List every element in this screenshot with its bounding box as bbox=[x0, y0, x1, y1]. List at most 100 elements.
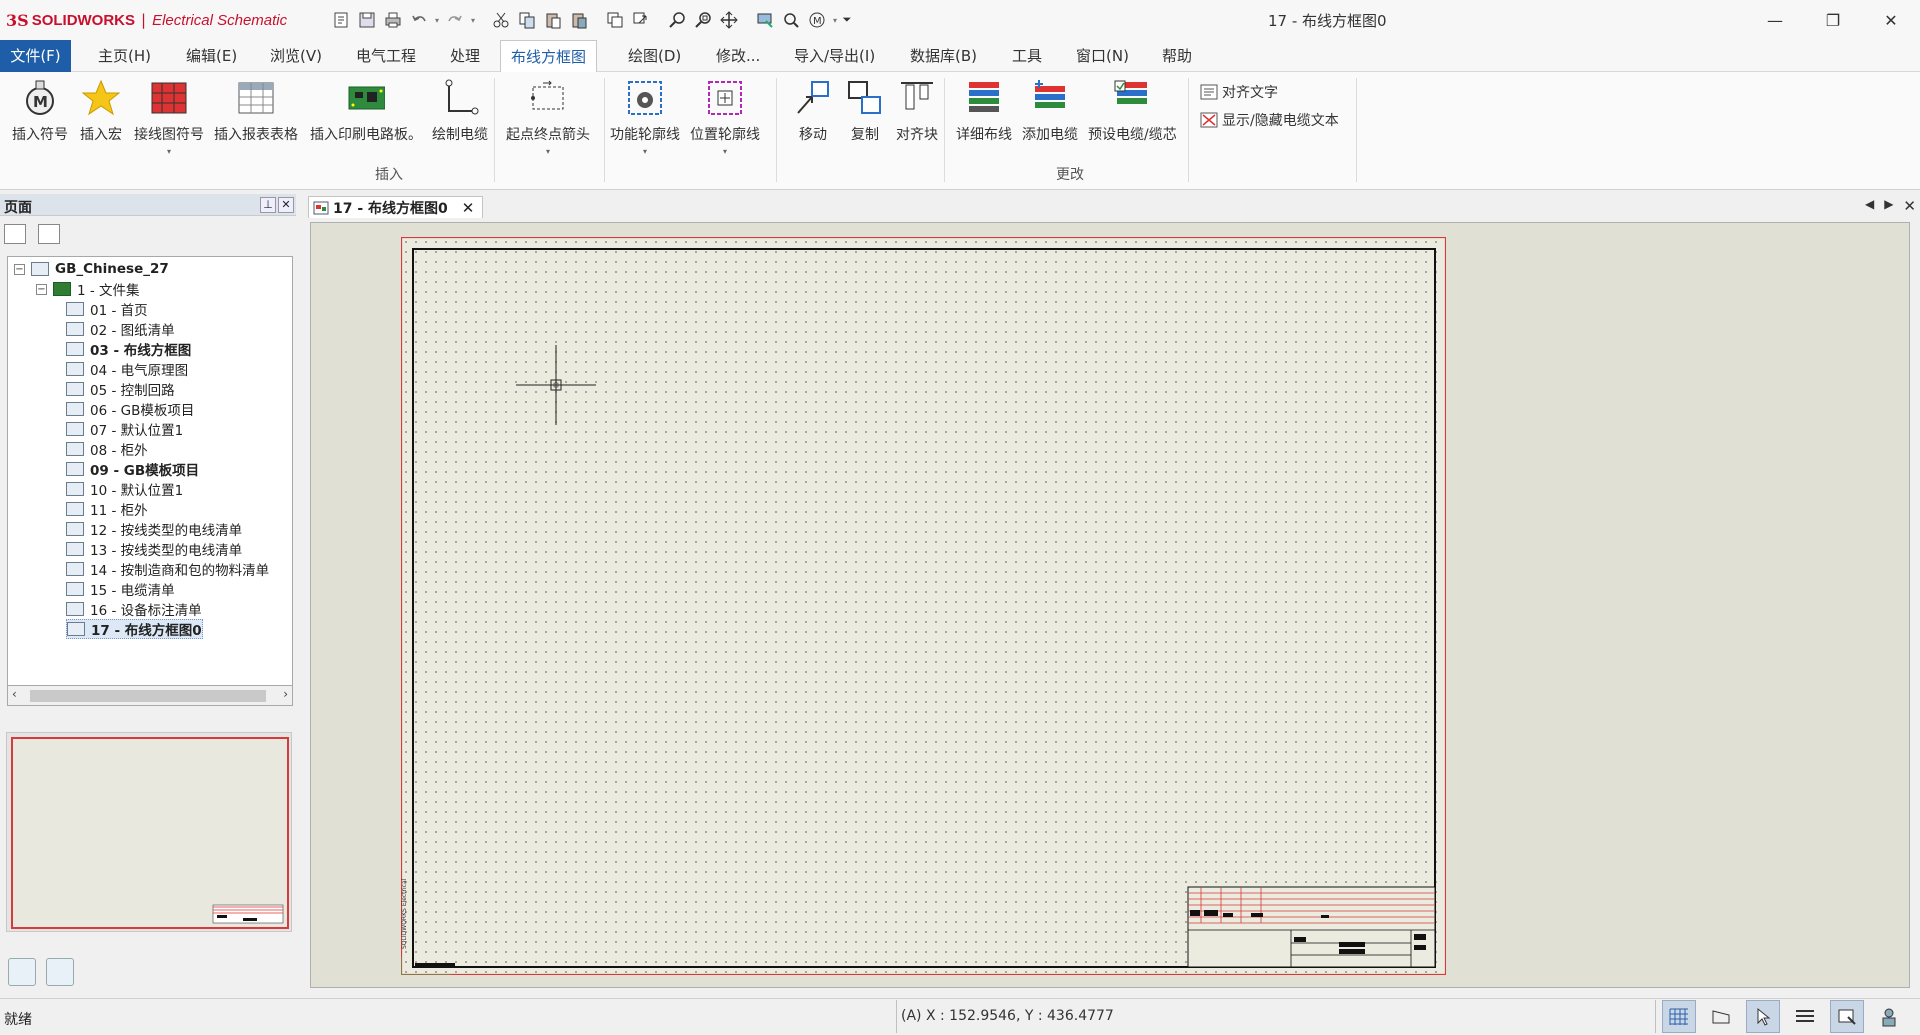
tree-page-item[interactable]: 10 - 默认位置1 bbox=[66, 479, 183, 499]
collapse-icon[interactable]: − bbox=[14, 263, 25, 275]
preset-cable-button[interactable]: 预设电缆/缆芯 bbox=[1088, 78, 1177, 144]
redo-dropdown-icon[interactable]: ▾ bbox=[468, 16, 478, 25]
customize-toolbar-icon[interactable]: ⏷ bbox=[840, 8, 854, 32]
refresh-icon[interactable] bbox=[46, 958, 74, 986]
user-icon[interactable] bbox=[1872, 1000, 1906, 1033]
insert-symbol-button[interactable]: M 插入符号 bbox=[12, 78, 68, 144]
restore-icon[interactable]: ❐ bbox=[1804, 0, 1862, 40]
dynamic-input-icon[interactable] bbox=[1830, 1000, 1864, 1033]
tab-database[interactable]: 数据库(B) bbox=[900, 40, 987, 72]
dropdown-arrow-icon[interactable]: ▾ bbox=[546, 147, 550, 156]
document-view-icon[interactable] bbox=[38, 224, 60, 244]
tree-page-item[interactable]: 11 - 柜外 bbox=[66, 499, 148, 519]
print-icon[interactable] bbox=[380, 8, 406, 32]
insert-report-table-button[interactable]: 插入报表表格 bbox=[214, 78, 298, 144]
tab-close-icon[interactable]: ✕ bbox=[462, 199, 475, 217]
drawing-canvas[interactable]: SOLIDWORKS Electrical bbox=[310, 222, 1910, 988]
pin-icon[interactable]: ⊥ bbox=[260, 197, 276, 213]
new-document-icon[interactable] bbox=[328, 8, 354, 32]
tab-home[interactable]: 主页(H) bbox=[88, 40, 161, 72]
zoom-in-icon[interactable] bbox=[664, 8, 690, 32]
tree-page-item[interactable]: 13 - 按线类型的电线清单 bbox=[66, 539, 242, 559]
drawing-sheet[interactable]: SOLIDWORKS Electrical bbox=[401, 237, 1446, 975]
tree-page-item[interactable]: 06 - GB模板项目 bbox=[66, 399, 194, 419]
show-hide-cable-text-button[interactable]: 显示/隐藏电缆文本 bbox=[1200, 110, 1339, 130]
sheet-preview[interactable] bbox=[6, 732, 292, 932]
tree-page-item[interactable]: 12 - 按线类型的电线清单 bbox=[66, 519, 242, 539]
redo-icon[interactable] bbox=[442, 8, 468, 32]
tree-page-item[interactable]: 17 - 布线方框图0 bbox=[66, 619, 203, 639]
insert-pcb-button[interactable]: 插入印刷电路板。 bbox=[310, 78, 422, 144]
macro-dropdown-icon[interactable]: ▾ bbox=[830, 16, 840, 25]
ortho-icon[interactable] bbox=[1704, 1000, 1738, 1033]
lineweight-icon[interactable] bbox=[1788, 1000, 1822, 1033]
tree-page-item[interactable]: 01 - 首页 bbox=[66, 299, 148, 319]
tree-root[interactable]: − GB_Chinese_27 bbox=[14, 259, 169, 279]
dropdown-arrow-icon[interactable]: ▾ bbox=[723, 147, 727, 156]
undo-dropdown-icon[interactable]: ▾ bbox=[432, 16, 442, 25]
paste-icon[interactable] bbox=[540, 8, 566, 32]
cut-icon[interactable] bbox=[488, 8, 514, 32]
tab-process[interactable]: 处理 bbox=[440, 40, 490, 72]
tab-file[interactable]: 文件(F) bbox=[0, 40, 71, 72]
panel-close-icon[interactable]: ✕ bbox=[278, 197, 294, 213]
duplicate-icon[interactable] bbox=[602, 8, 628, 32]
tree-page-item[interactable]: 15 - 电缆清单 bbox=[66, 579, 175, 599]
pan-icon[interactable] bbox=[716, 8, 742, 32]
copy-format-icon[interactable] bbox=[628, 8, 654, 32]
tab-import-export[interactable]: 导入/导出(I) bbox=[784, 40, 885, 72]
scroll-left-icon[interactable]: ‹ bbox=[12, 687, 17, 701]
tab-next-icon[interactable]: ▶ bbox=[1884, 197, 1893, 215]
minimize-icon[interactable]: — bbox=[1746, 0, 1804, 40]
undo-icon[interactable] bbox=[406, 8, 432, 32]
tab-help[interactable]: 帮助 bbox=[1152, 40, 1202, 72]
macro-icon[interactable]: M bbox=[804, 8, 830, 32]
location-outline-button[interactable]: 位置轮廓线 ▾ bbox=[690, 78, 760, 156]
tab-prev-icon[interactable]: ◀ bbox=[1865, 197, 1874, 215]
tree-page-item[interactable]: 02 - 图纸清单 bbox=[66, 319, 175, 339]
align-blocks-button[interactable]: 对齐块 bbox=[896, 78, 938, 144]
function-outline-button[interactable]: 功能轮廓线 ▾ bbox=[610, 78, 680, 156]
tree-page-item[interactable]: 08 - 柜外 bbox=[66, 439, 148, 459]
wiring-symbol-button[interactable]: 接线图符号 ▾ bbox=[134, 78, 204, 156]
tree-page-item[interactable]: 14 - 按制造商和包的物料清单 bbox=[66, 559, 269, 579]
tab-cabling-diagram[interactable]: 布线方框图 bbox=[500, 40, 598, 73]
page-view-icon[interactable] bbox=[4, 224, 26, 244]
tree-page-item[interactable]: 03 - 布线方框图 bbox=[66, 339, 191, 359]
paste-special-icon[interactable] bbox=[566, 8, 592, 32]
detailed-cabling-button[interactable]: 详细布线 bbox=[956, 78, 1012, 144]
draw-cable-button[interactable]: 绘制电缆 bbox=[432, 78, 488, 144]
tab-tools[interactable]: 工具 bbox=[1002, 40, 1052, 72]
align-text-button[interactable]: 对齐文字 bbox=[1200, 82, 1278, 102]
tab-window[interactable]: 窗口(N) bbox=[1066, 40, 1139, 72]
display-settings-icon[interactable] bbox=[752, 8, 778, 32]
document-tab[interactable]: 17 - 布线方框图0 ✕ bbox=[308, 196, 484, 218]
scroll-right-icon[interactable]: › bbox=[283, 687, 288, 701]
tab-view[interactable]: 浏览(V) bbox=[260, 40, 332, 72]
tree-page-item[interactable]: 09 - GB模板项目 bbox=[66, 459, 199, 479]
tab-edit[interactable]: 编辑(E) bbox=[176, 40, 247, 72]
close-icon[interactable]: ✕ bbox=[1862, 0, 1920, 40]
add-cable-button[interactable]: 添加电缆 bbox=[1022, 78, 1078, 144]
dropdown-arrow-icon[interactable]: ▾ bbox=[167, 147, 171, 156]
tree-page-item[interactable]: 04 - 电气原理图 bbox=[66, 359, 188, 379]
tab-draw[interactable]: 绘图(D) bbox=[618, 40, 691, 72]
grid-icon[interactable] bbox=[1662, 1000, 1696, 1033]
scroll-thumb[interactable] bbox=[30, 690, 266, 702]
tree-page-item[interactable]: 16 - 设备标注清单 bbox=[66, 599, 202, 619]
collapse-icon[interactable]: − bbox=[36, 283, 47, 295]
tab-modify[interactable]: 修改... bbox=[706, 40, 770, 72]
tab-electrical-project[interactable]: 电气工程 bbox=[346, 40, 426, 72]
copy-icon[interactable] bbox=[514, 8, 540, 32]
search-icon[interactable] bbox=[778, 8, 804, 32]
copy-button[interactable]: 复制 bbox=[846, 78, 884, 144]
tree-folder[interactable]: − 1 - 文件集 bbox=[36, 279, 140, 299]
zoom-window-icon[interactable] bbox=[690, 8, 716, 32]
move-button[interactable]: 移动 bbox=[794, 78, 832, 144]
preview-zoom-icon[interactable] bbox=[8, 958, 36, 986]
insert-macro-button[interactable]: 插入宏 bbox=[80, 78, 122, 144]
tabs-close-icon[interactable]: ✕ bbox=[1903, 197, 1916, 215]
save-icon[interactable] bbox=[354, 8, 380, 32]
origin-destination-arrow-button[interactable]: 起点终点箭头 ▾ bbox=[506, 78, 590, 156]
tree-page-item[interactable]: 07 - 默认位置1 bbox=[66, 419, 183, 439]
